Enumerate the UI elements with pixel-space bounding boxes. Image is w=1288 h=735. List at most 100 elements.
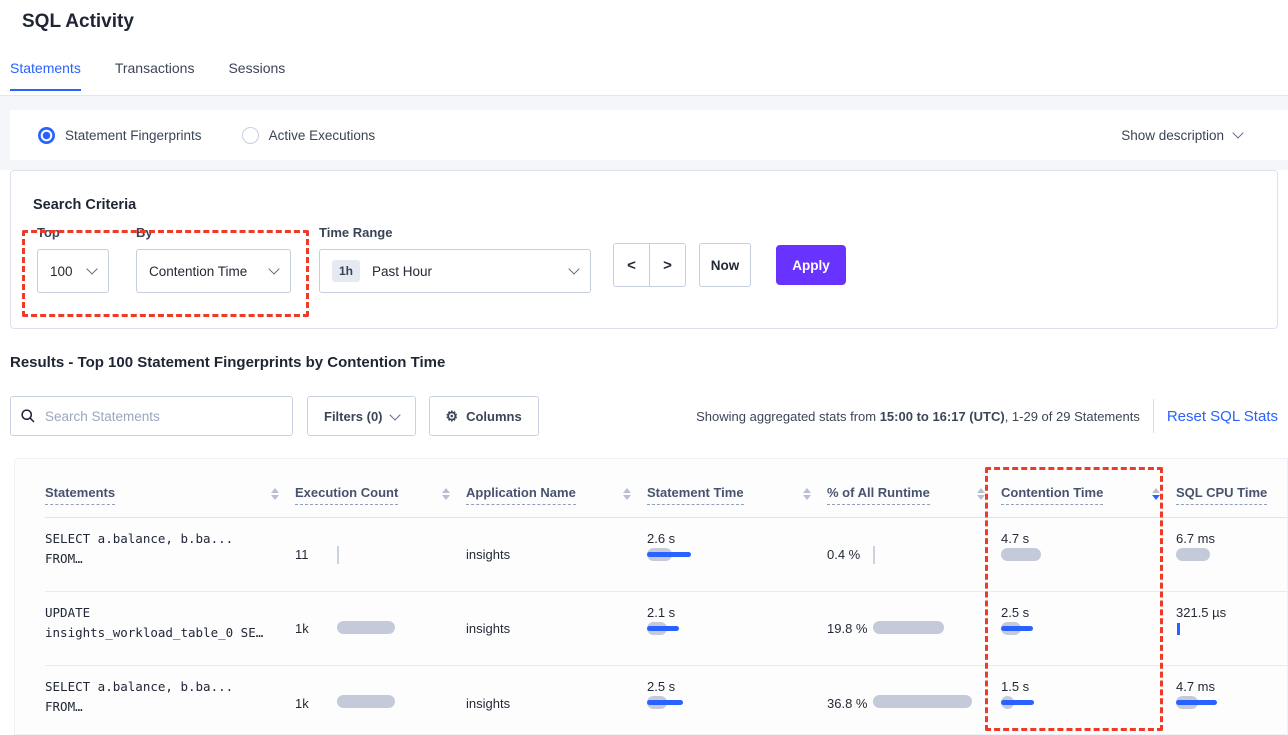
column-header-execution-count[interactable]: Execution Count: [295, 459, 466, 517]
table-row[interactable]: SELECT a.balance, b.ba...FROM… 11 insigh…: [45, 518, 1287, 592]
execution-count-bar: [337, 694, 457, 712]
radio-active-executions[interactable]: Active Executions: [242, 127, 376, 144]
execution-count-cell: 1k: [295, 666, 466, 735]
by-value: Contention Time: [149, 264, 247, 279]
contention-time-cell: 4.7 s: [1001, 518, 1176, 591]
statements-table: Statements Execution Count Application N…: [14, 458, 1288, 735]
results-toolbar: Filters (0) ⚙ Columns Showing aggregated…: [10, 396, 1288, 436]
sort-icon: [977, 488, 985, 500]
statement-time-cell: 2.6 s: [647, 518, 827, 591]
radio-label: Active Executions: [269, 128, 376, 143]
search-statements-box[interactable]: [10, 396, 293, 436]
results-heading: Results - Top 100 Statement Fingerprints…: [10, 354, 445, 371]
pct-runtime-bar: [873, 694, 993, 712]
toolbar-divider: [1153, 399, 1154, 433]
search-icon: [21, 409, 35, 423]
pct-runtime-bar: [873, 620, 993, 638]
tab-bar: Statements Transactions Sessions: [10, 60, 285, 91]
statement-time-cell: 2.5 s: [647, 666, 827, 735]
chevron-down-icon: [389, 409, 400, 420]
statement-fingerprint-link[interactable]: SELECT a.balance, b.ba...FROM…: [45, 666, 295, 735]
table-row[interactable]: SELECT a.balance, b.ba...FROM… 1k insigh…: [45, 666, 1287, 735]
showing-time-range: 15:00 to 16:17 (UTC): [880, 409, 1005, 424]
chevron-down-icon: [568, 263, 579, 274]
gear-icon: ⚙: [446, 408, 459, 425]
sort-icon: [271, 488, 279, 500]
tab-statements[interactable]: Statements: [10, 60, 81, 91]
statement-time-cell: 2.1 s: [647, 592, 827, 665]
column-header-application-name[interactable]: Application Name: [466, 459, 647, 517]
columns-label: Columns: [466, 409, 522, 424]
time-range-field: Time Range 1h Past Hour: [319, 225, 591, 293]
showing-stats-text: Showing aggregated stats from 15:00 to 1…: [696, 409, 1140, 424]
column-header-sql-cpu-time[interactable]: SQL CPU Time: [1176, 459, 1287, 517]
table-body: SELECT a.balance, b.ba...FROM… 11 insigh…: [45, 518, 1287, 735]
column-header-statement-time[interactable]: Statement Time: [647, 459, 827, 517]
application-name-cell: insights: [466, 666, 647, 735]
search-statements-input[interactable]: [43, 408, 282, 425]
search-criteria-card: Search Criteria Top 100 By Contention Ti…: [10, 170, 1278, 329]
sql-cpu-time-cell: 6.7 ms: [1176, 518, 1287, 591]
application-name-cell: insights: [466, 592, 647, 665]
top-label: Top: [37, 225, 109, 240]
filters-button[interactable]: Filters (0): [307, 396, 416, 436]
chevron-down-icon: [86, 263, 97, 274]
chevron-down-icon: [268, 263, 279, 274]
columns-button[interactable]: ⚙ Columns: [429, 396, 539, 436]
reset-sql-stats-link[interactable]: Reset SQL Stats: [1167, 408, 1278, 425]
tab-transactions[interactable]: Transactions: [115, 60, 195, 91]
contention-time-cell: 1.5 s: [1001, 666, 1176, 735]
pct-runtime-cell: 0.4 %: [827, 518, 1001, 591]
sql-cpu-time-cell: 321.5 µs: [1176, 592, 1287, 665]
view-toggle-card: Statement Fingerprints Active Executions…: [10, 110, 1288, 160]
sort-icon: [623, 488, 631, 500]
search-criteria-title: Search Criteria: [33, 197, 136, 213]
view-toggle-band: Statement Fingerprints Active Executions…: [0, 96, 1288, 170]
pct-runtime-bar: [873, 546, 993, 564]
show-description-toggle[interactable]: Show description: [1121, 128, 1242, 143]
sort-desc-icon: [1152, 488, 1160, 500]
time-prev-button[interactable]: <: [614, 244, 650, 286]
by-field: By Contention Time: [136, 225, 291, 293]
time-range-select[interactable]: 1h Past Hour: [319, 249, 591, 293]
application-name-cell: insights: [466, 518, 647, 591]
time-nav-group: < >: [613, 243, 686, 287]
execution-count-bar: [337, 620, 457, 638]
pct-runtime-cell: 19.8 %: [827, 592, 1001, 665]
radio-selected-icon[interactable]: [38, 127, 55, 144]
execution-count-bar: [337, 546, 457, 564]
column-header-statements[interactable]: Statements: [45, 459, 295, 517]
radio-unselected-icon[interactable]: [242, 127, 259, 144]
page-title: SQL Activity: [22, 11, 134, 33]
time-range-badge: 1h: [332, 260, 360, 282]
chevron-down-icon: [1232, 127, 1243, 138]
table-row[interactable]: UPDATEinsights_workload_table_0 SE… 1k i…: [45, 592, 1287, 666]
time-range-label: Time Range: [319, 225, 591, 240]
column-header-contention-time[interactable]: Contention Time: [1001, 459, 1176, 517]
radio-statement-fingerprints[interactable]: Statement Fingerprints: [38, 127, 202, 144]
top-select[interactable]: 100: [37, 249, 109, 293]
execution-count-cell: 11: [295, 518, 466, 591]
top-value: 100: [50, 264, 73, 279]
tab-sessions[interactable]: Sessions: [228, 60, 285, 91]
filters-label: Filters (0): [324, 409, 383, 424]
sql-cpu-time-cell: 4.7 ms: [1176, 666, 1287, 735]
now-button[interactable]: Now: [699, 243, 751, 287]
statement-fingerprint-link[interactable]: UPDATEinsights_workload_table_0 SE…: [45, 592, 295, 665]
radio-label: Statement Fingerprints: [65, 128, 202, 143]
column-header-pct-runtime[interactable]: % of All Runtime: [827, 459, 1001, 517]
pct-runtime-cell: 36.8 %: [827, 666, 1001, 735]
statement-fingerprint-link[interactable]: SELECT a.balance, b.ba...FROM…: [45, 518, 295, 591]
apply-button[interactable]: Apply: [776, 245, 846, 285]
sql-activity-page: SQL Activity Statements Transactions Ses…: [0, 0, 1288, 735]
top-field: Top 100: [37, 225, 109, 293]
sort-icon: [803, 488, 811, 500]
by-label: By: [136, 225, 291, 240]
table-header-row: Statements Execution Count Application N…: [45, 459, 1287, 518]
time-range-value: Past Hour: [372, 264, 432, 279]
execution-count-cell: 1k: [295, 592, 466, 665]
sort-icon: [442, 488, 450, 500]
show-description-label: Show description: [1121, 128, 1224, 143]
time-next-button[interactable]: >: [650, 244, 685, 286]
by-select[interactable]: Contention Time: [136, 249, 291, 293]
